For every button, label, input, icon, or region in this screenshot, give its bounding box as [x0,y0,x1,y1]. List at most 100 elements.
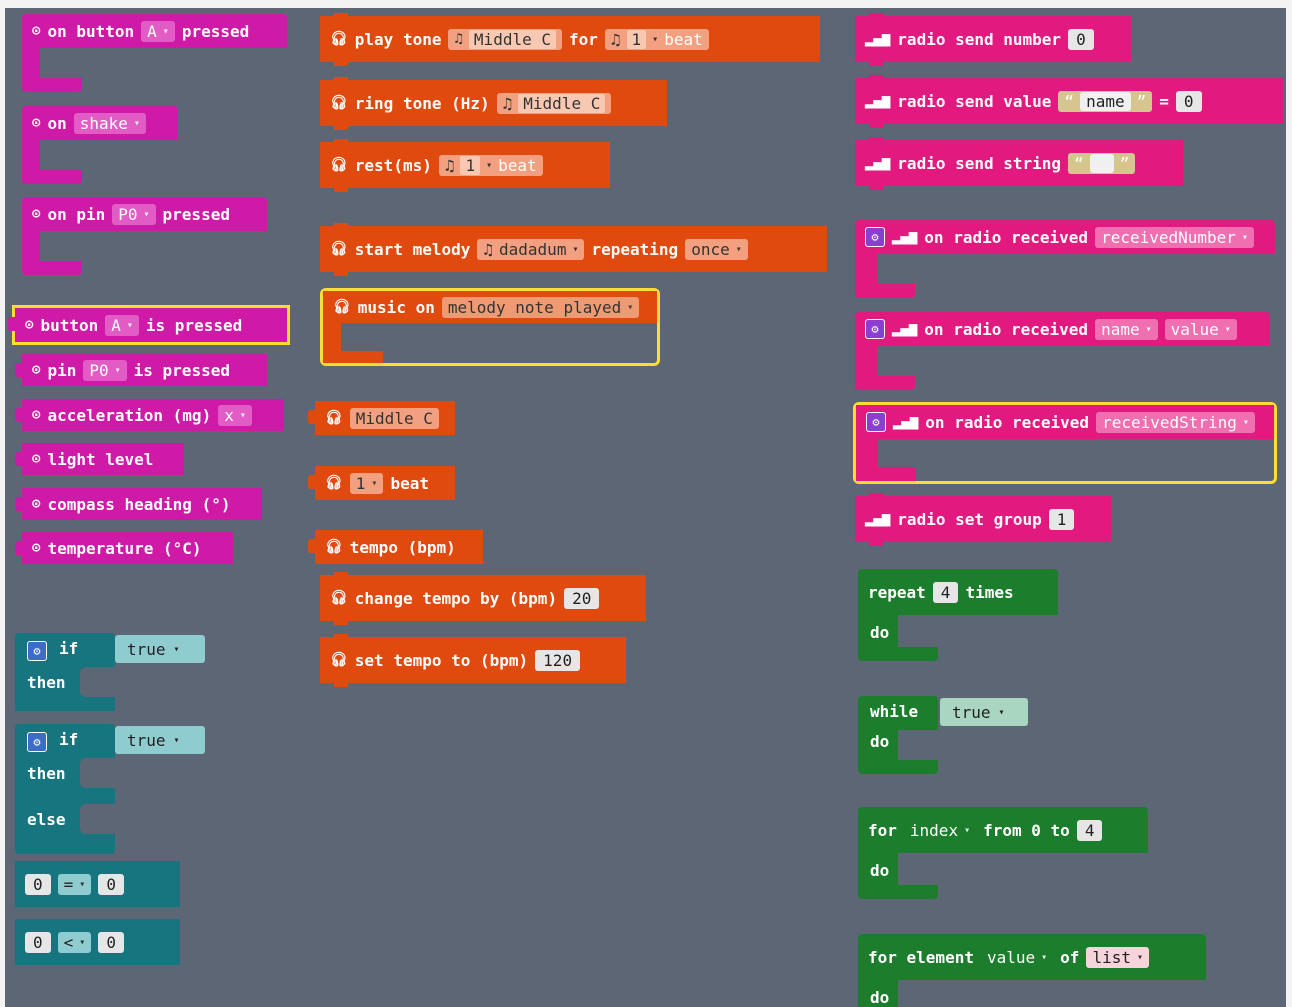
string-input[interactable]: “ ” [1068,152,1136,174]
value-number-input[interactable]: 0 [1175,90,1202,112]
temperature-block[interactable]: ⊙ temperature (°C) [15,532,233,564]
to-number-input[interactable]: 4 [1076,819,1103,841]
radio-set-group-block[interactable]: ▂▄▆ radio set group 1 [855,493,1111,546]
on-shake-block[interactable]: ⊙ on shake [22,106,178,184]
while-block[interactable]: while true ▾ do [858,696,1028,774]
headphones-icon: 🎧︎ [325,539,343,555]
beat-input[interactable]: ♫ 1 ▾ beat [438,154,543,176]
signal-icon: ▂▄▆ [892,321,918,337]
light-level-block[interactable]: ⊙ light level [15,443,184,475]
pin-dropdown[interactable]: P0 [112,203,156,225]
note-value-block[interactable]: 🎧︎ Middle C [308,401,455,435]
headphones-icon: 🎧︎ [330,31,348,47]
radio-send-number-block[interactable]: ▂▄▆ radio send number 0 [855,13,1131,66]
blocks-workspace[interactable]: ⊙ on button A pressed ⊙ on shake ⊙ on pi… [5,8,1286,1007]
left-number-input[interactable]: 0 [25,931,51,953]
repeat-count-input[interactable]: 4 [932,581,959,603]
headphones-icon: 🎧︎ [325,410,343,426]
set-tempo-block[interactable]: 🎧︎ set tempo to (bpm) 120 [320,634,626,687]
repeat-block[interactable]: repeat 4 times do [858,569,1058,661]
pin-is-pressed-block[interactable]: ⊙ pin P0 is pressed [15,354,267,386]
button-dropdown[interactable]: A [105,314,139,336]
repeat-option-dropdown[interactable]: once [685,238,748,260]
received-var-dropdown[interactable]: receivedNumber [1095,226,1254,248]
operator-dropdown[interactable]: = [57,873,92,895]
signal-icon: ▂▄▆ [865,511,891,527]
target-icon: ⊙ [32,23,41,39]
headphones-icon: ♫ [610,29,621,49]
for-index-block[interactable]: for index from 0 to 4 do [858,807,1148,899]
acceleration-block[interactable]: ⊙ acceleration (mg) x [15,399,284,431]
play-tone-block[interactable]: 🎧︎ play tone ♫ Middle C for ♫ 1 ▾ beat [320,13,820,66]
target-icon: ⊙ [32,115,41,131]
group-number-input[interactable]: 1 [1048,508,1075,530]
headphones-icon: 🎧︎ [330,95,348,111]
true-dropdown[interactable]: true [127,731,166,750]
value-var-dropdown[interactable]: value [1164,318,1237,340]
on-radio-received-value-block[interactable]: ⚙ ▂▄▆ on radio received name value [855,312,1270,390]
radio-send-string-block[interactable]: ▂▄▆ radio send string “ ” [855,137,1183,190]
tempo-change-input[interactable]: 20 [564,587,600,609]
axis-dropdown[interactable]: x [218,404,252,426]
button-is-pressed-block[interactable]: ⊙ button A is pressed [8,305,290,345]
rest-block[interactable]: 🎧︎ rest(ms) ♫ 1 ▾ beat [320,139,610,192]
beat-dropdown[interactable]: 1 [349,472,384,494]
headphones-icon: 🎧︎ [325,475,343,491]
number-input[interactable]: 0 [1068,28,1094,50]
compare-equals-block[interactable]: 0 = 0 [15,861,180,907]
on-pin-pressed-block[interactable]: ⊙ on pin P0 pressed [22,197,267,275]
if-then-else-block[interactable]: ⚙ if then else true ▾ [15,724,205,854]
music-event-dropdown[interactable]: melody note played [441,296,640,318]
on-radio-received-string-block[interactable]: ⚙ ▂▄▆ on radio received receivedString [853,402,1277,484]
radio-send-value-block[interactable]: ▂▄▆ radio send value “name” = 0 [855,75,1283,128]
name-var-dropdown[interactable]: name [1095,318,1158,340]
gear-icon[interactable]: ⚙ [866,412,886,432]
melody-input[interactable]: ♫ dadadum ▾ [477,238,585,260]
on-radio-received-number-block[interactable]: ⚙ ▂▄▆ on radio received receivedNumber [855,220,1275,298]
gear-icon[interactable]: ⚙ [865,319,885,339]
beat-value-block[interactable]: 🎧︎ 1 beat [308,466,455,500]
if-then-block[interactable]: ⚙ if then true ▾ [15,633,205,711]
pin-dropdown[interactable]: P0 [83,359,127,381]
for-element-block[interactable]: for element value of list do [858,934,1206,1007]
compare-less-block[interactable]: 0 < 0 [15,919,180,965]
right-number-input[interactable]: 0 [98,931,124,953]
gesture-dropdown[interactable]: shake [73,112,146,134]
headphones-icon: 🎧︎ [330,241,348,257]
music-on-block[interactable]: 🎧︎ music on melody note played [320,288,660,366]
condition-dropdown[interactable]: true [952,703,991,722]
headphones-icon: ♫ [483,239,494,259]
tempo-input[interactable]: 120 [535,649,581,671]
name-string-input[interactable]: “name” [1058,90,1153,112]
operator-dropdown[interactable]: < [57,931,92,953]
left-number-input[interactable]: 0 [25,873,51,895]
headphones-icon: ♫ [454,31,463,47]
element-var-dropdown[interactable]: value [981,947,1053,968]
gear-icon[interactable]: ⚙ [27,641,47,661]
note-input[interactable]: Middle C [349,407,439,429]
received-var-dropdown[interactable]: receivedString [1096,411,1255,433]
gear-icon[interactable]: ⚙ [865,227,885,247]
target-icon: ⊙ [25,317,34,333]
ring-tone-block[interactable]: 🎧︎ ring tone (Hz) ♫ Middle C [320,77,667,130]
true-dropdown[interactable]: true [127,640,166,659]
gear-icon[interactable]: ⚙ [27,732,47,752]
note-input[interactable]: ♫ Middle C [448,28,562,50]
tempo-block[interactable]: 🎧︎ tempo (bpm) [308,530,483,564]
index-var-dropdown[interactable]: index [904,820,976,841]
target-icon: ⊙ [32,206,41,222]
right-number-input[interactable]: 0 [98,873,124,895]
button-dropdown[interactable]: A [141,20,175,42]
signal-icon: ▂▄▆ [892,229,918,245]
beat-input[interactable]: ♫ 1 ▾ beat [604,28,709,50]
start-melody-block[interactable]: 🎧︎ start melody ♫ dadadum ▾ repeating once [320,223,827,276]
note-input[interactable]: ♫ Middle C [496,92,612,114]
signal-icon: ▂▄▆ [893,414,919,430]
target-icon: ⊙ [32,496,41,512]
on-button-pressed-block[interactable]: ⊙ on button A pressed [22,14,287,92]
compass-heading-block[interactable]: ⊙ compass heading (°) [15,488,262,520]
target-icon: ⊙ [32,362,41,378]
change-tempo-block[interactable]: 🎧︎ change tempo by (bpm) 20 [320,572,646,625]
headphones-icon: 🎧︎ [330,590,348,606]
list-dropdown[interactable]: list [1086,946,1149,968]
